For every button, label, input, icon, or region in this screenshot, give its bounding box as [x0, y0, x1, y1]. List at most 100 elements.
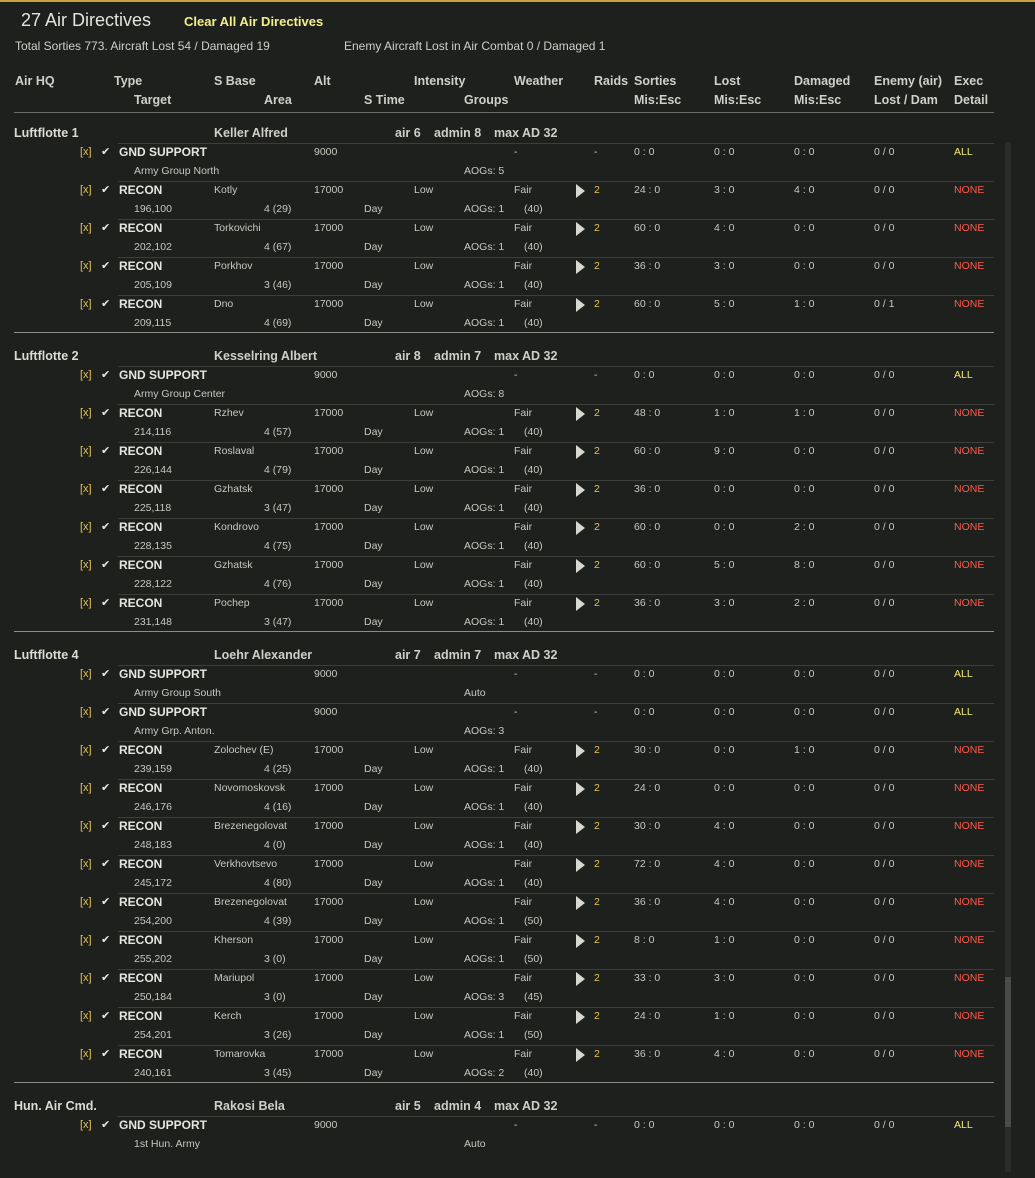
execute-play-icon[interactable] — [576, 298, 585, 312]
air-hq-commander[interactable]: Kesselring Albert — [214, 349, 317, 363]
altitude[interactable]: 17000 — [314, 972, 343, 984]
col-header-enemy-air[interactable]: Enemy (air) — [874, 74, 942, 88]
target[interactable]: 245,172 — [134, 877, 172, 889]
col-header-damaged-mis-esc[interactable]: Mis:Esc — [794, 93, 841, 107]
staging-base[interactable]: Tomarovka — [214, 1048, 265, 1060]
target[interactable]: 228,135 — [134, 540, 172, 552]
exec-detail-link[interactable]: NONE — [954, 934, 984, 946]
target[interactable]: 205,109 — [134, 279, 172, 291]
target[interactable]: 250,184 — [134, 991, 172, 1003]
execute-play-icon[interactable] — [576, 1010, 585, 1024]
groups[interactable]: AOGs: 1 — [464, 839, 504, 851]
target[interactable]: 231,148 — [134, 616, 172, 628]
s-time[interactable]: Day — [364, 317, 383, 329]
mission-type[interactable]: GND SUPPORT — [119, 667, 207, 681]
target[interactable]: 225,118 — [134, 502, 171, 514]
mission-type[interactable]: GND SUPPORT — [119, 1118, 207, 1132]
check-icon[interactable]: ✔ — [101, 1047, 110, 1060]
target[interactable]: 240,161 — [134, 1067, 172, 1079]
intensity[interactable]: Low — [414, 782, 433, 794]
col-header-intensity[interactable]: Intensity — [414, 74, 465, 88]
target[interactable]: Army Group Center — [134, 388, 225, 400]
execute-play-icon[interactable] — [576, 483, 585, 497]
delete-directive-button[interactable]: [x] — [80, 668, 92, 680]
check-icon[interactable]: ✔ — [101, 558, 110, 571]
check-icon[interactable]: ✔ — [101, 183, 110, 196]
mission-type[interactable]: GND SUPPORT — [119, 145, 207, 159]
staging-base[interactable]: Rzhev — [214, 407, 244, 419]
delete-directive-button[interactable]: [x] — [80, 260, 92, 272]
staging-base[interactable]: Kondrovo — [214, 521, 259, 533]
target[interactable]: 1st Hun. Army — [134, 1138, 200, 1150]
intensity[interactable]: Low — [414, 521, 433, 533]
air-hq-commander[interactable]: Keller Alfred — [214, 126, 288, 140]
intensity[interactable]: Low — [414, 559, 433, 571]
col-header-air-hq[interactable]: Air HQ — [15, 74, 55, 88]
altitude[interactable]: 17000 — [314, 260, 343, 272]
delete-directive-button[interactable]: [x] — [80, 896, 92, 908]
exec-detail-link[interactable]: NONE — [954, 483, 984, 495]
exec-detail-link[interactable]: NONE — [954, 597, 984, 609]
check-icon[interactable]: ✔ — [101, 145, 110, 158]
s-time[interactable]: Day — [364, 426, 383, 438]
s-time[interactable]: Day — [364, 241, 383, 253]
s-time[interactable]: Day — [364, 279, 383, 291]
col-header-groups[interactable]: Groups — [464, 93, 508, 107]
groups[interactable]: AOGs: 1 — [464, 426, 504, 438]
s-time[interactable]: Day — [364, 578, 383, 590]
execute-play-icon[interactable] — [576, 896, 585, 910]
groups[interactable]: AOGs: 1 — [464, 502, 504, 514]
delete-directive-button[interactable]: [x] — [80, 782, 92, 794]
s-time[interactable]: Day — [364, 1029, 383, 1041]
check-icon[interactable]: ✔ — [101, 933, 110, 946]
delete-directive-button[interactable]: [x] — [80, 369, 92, 381]
delete-directive-button[interactable]: [x] — [80, 298, 92, 310]
air-hq-name[interactable]: Luftflotte 1 — [14, 126, 79, 140]
air-hq-name[interactable]: Luftflotte 4 — [14, 648, 79, 662]
col-header-exec-detail[interactable]: Detail — [954, 93, 988, 107]
delete-directive-button[interactable]: [x] — [80, 1010, 92, 1022]
col-header-weather[interactable]: Weather — [514, 74, 563, 88]
execute-play-icon[interactable] — [576, 1048, 585, 1062]
check-icon[interactable]: ✔ — [101, 259, 110, 272]
mission-type[interactable]: RECON — [119, 297, 162, 311]
altitude[interactable]: 17000 — [314, 483, 343, 495]
check-icon[interactable]: ✔ — [101, 406, 110, 419]
col-header-type[interactable]: Type — [114, 74, 142, 88]
altitude[interactable]: 17000 — [314, 858, 343, 870]
target[interactable]: Army Group South — [134, 687, 221, 699]
groups[interactable]: AOGs: 5 — [464, 165, 504, 177]
altitude[interactable]: 17000 — [314, 934, 343, 946]
altitude[interactable]: 17000 — [314, 407, 343, 419]
check-icon[interactable]: ✔ — [101, 221, 110, 234]
exec-detail-link[interactable]: ALL — [954, 146, 973, 158]
groups[interactable]: Auto — [464, 1138, 486, 1150]
altitude[interactable]: 9000 — [314, 369, 337, 381]
mission-type[interactable]: RECON — [119, 857, 162, 871]
s-time[interactable]: Day — [364, 915, 383, 927]
staging-base[interactable]: Porkhov — [214, 260, 253, 272]
groups[interactable]: AOGs: 2 — [464, 1067, 504, 1079]
exec-detail-link[interactable]: NONE — [954, 260, 984, 272]
exec-detail-link[interactable]: NONE — [954, 521, 984, 533]
mission-type[interactable]: RECON — [119, 1009, 162, 1023]
col-header-damaged[interactable]: Damaged — [794, 74, 850, 88]
intensity[interactable]: Low — [414, 820, 433, 832]
exec-detail-link[interactable]: NONE — [954, 222, 984, 234]
altitude[interactable]: 17000 — [314, 184, 343, 196]
altitude[interactable]: 9000 — [314, 668, 337, 680]
check-icon[interactable]: ✔ — [101, 520, 110, 533]
target[interactable]: 239,159 — [134, 763, 172, 775]
delete-directive-button[interactable]: [x] — [80, 559, 92, 571]
execute-play-icon[interactable] — [576, 820, 585, 834]
mission-type[interactable]: RECON — [119, 971, 162, 985]
execute-play-icon[interactable] — [576, 260, 585, 274]
staging-base[interactable]: Mariupol — [214, 972, 254, 984]
mission-type[interactable]: RECON — [119, 520, 162, 534]
exec-detail-link[interactable]: NONE — [954, 1048, 984, 1060]
s-time[interactable]: Day — [364, 616, 383, 628]
col-header-lost[interactable]: Lost — [714, 74, 740, 88]
check-icon[interactable]: ✔ — [101, 971, 110, 984]
exec-detail-link[interactable]: NONE — [954, 858, 984, 870]
target[interactable]: 246,176 — [134, 801, 172, 813]
